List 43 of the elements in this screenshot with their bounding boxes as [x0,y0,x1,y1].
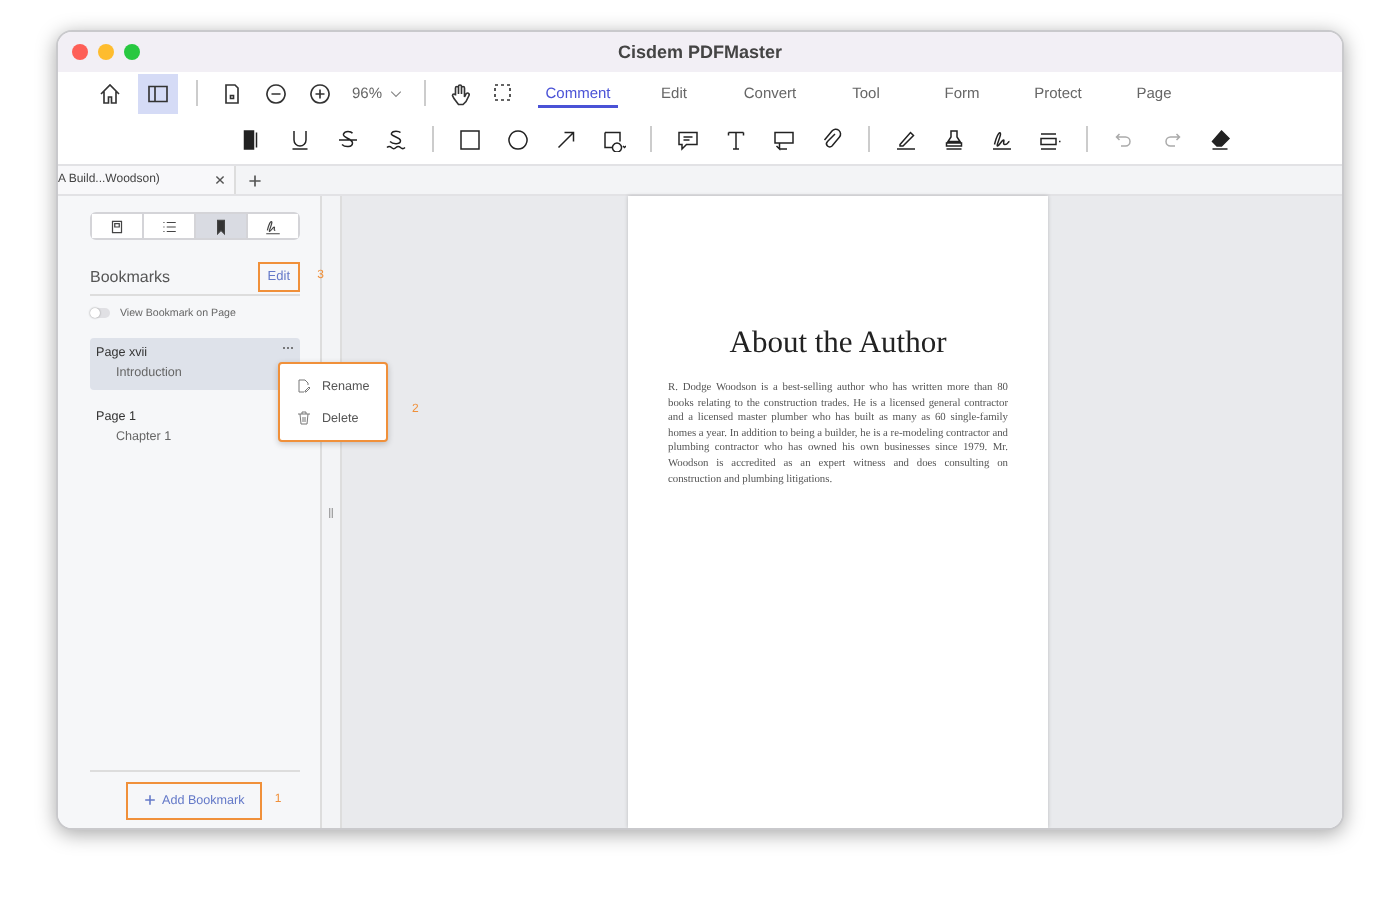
window-title: Cisdem PDFMaster [617,42,783,62]
fit-page-icon[interactable] [220,81,244,105]
eraser-icon[interactable] [1208,127,1232,151]
home-icon[interactable] [98,81,122,105]
trash-icon [296,410,312,426]
zoom-out-icon[interactable] [264,81,288,105]
thumbnails-icon [108,217,126,235]
hand-icon[interactable] [448,81,473,105]
circle-icon[interactable] [506,127,530,151]
signature-icon [264,217,282,235]
signature-icon[interactable] [990,127,1014,151]
arrow-icon[interactable] [554,127,578,151]
panel-heading: Bookmarks [90,267,171,285]
text-tool-icon[interactable] [724,127,748,151]
shape-icon[interactable] [602,127,626,151]
rename-icon [296,378,312,394]
panel-tab[interactable] [196,214,248,238]
page-title: About the Author [727,326,949,362]
text-box-icon[interactable] [772,127,796,151]
note-icon[interactable] [676,127,700,151]
pen-icon[interactable] [894,127,918,151]
resize-handle[interactable] [328,507,334,517]
bookmark-icon [212,217,230,235]
sidebar-toggle-button[interactable] [138,73,178,113]
squiggly-underline-icon[interactable] [384,127,408,151]
caret-icon [390,89,403,97]
toggle-switch[interactable] [90,308,110,318]
close-window-button[interactable] [72,44,88,60]
sidebar-icon [146,81,170,105]
selection-icon[interactable] [492,81,517,105]
new-tab-icon[interactable] [248,173,262,187]
underline-icon[interactable] [288,127,312,151]
panel-tab[interactable] [248,214,298,238]
zoom-in-icon[interactable] [308,81,332,105]
strikethrough-icon[interactable] [336,127,360,151]
plus-icon [144,794,156,806]
rectangle-icon[interactable] [458,127,482,151]
list-icon [160,217,178,235]
paperclip-icon[interactable] [820,127,844,151]
form-field-icon[interactable] [1038,127,1062,151]
panel-tab[interactable] [92,214,144,238]
stamp-icon[interactable] [942,127,966,151]
close-icon[interactable] [214,174,226,186]
